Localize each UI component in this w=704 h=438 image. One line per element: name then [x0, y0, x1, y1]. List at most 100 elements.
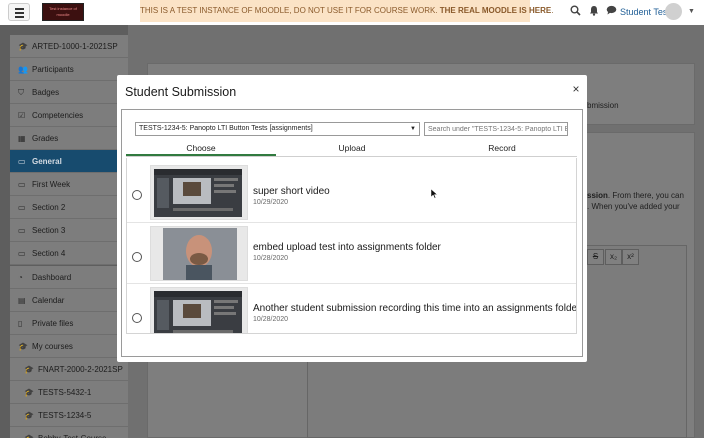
real-moodle-link[interactable]: THE REAL MOODLE IS HERE [440, 6, 551, 15]
list-item[interactable]: super short video 10/29/2020 [127, 163, 576, 223]
sidebar-item-label: Participants [32, 65, 74, 74]
subscript-button[interactable]: x₂ [605, 249, 622, 265]
sidebar-item-label: Section 4 [32, 249, 66, 258]
sidebar-item-badges[interactable]: ⛉ Badges [10, 81, 128, 104]
sidebar-item-fnart[interactable]: 🎓 FNART-2000-2-2021SP [10, 358, 128, 381]
folder-icon: ▭ [18, 249, 26, 258]
sidebar-item-dashboard[interactable]: ◔ Dashboard [10, 266, 128, 289]
calendar-icon: ▤ [18, 296, 26, 305]
tab-upload[interactable]: Upload [277, 141, 427, 156]
sidebar-item-section-2[interactable]: ▭ Section 2 [10, 196, 128, 219]
session-thumbnail [150, 287, 248, 333]
site-logo[interactable]: Test instance of moodle [42, 3, 84, 21]
hamburger-icon-line [15, 16, 24, 18]
top-navbar: Test instance of moodle THIS IS A TEST I… [0, 0, 704, 25]
sidebar-item-private-files[interactable]: ▯ Private files [10, 312, 128, 335]
sidebar-item-tests-1234[interactable]: 🎓 TESTS-1234-5 [10, 404, 128, 427]
folder-select[interactable]: TESTS-1234-5: Panopto LTI Button Tests [… [135, 122, 420, 136]
sidebar-item-label: FNART-2000-2-2021SP [38, 365, 123, 374]
list-item[interactable]: embed upload test into assignments folde… [127, 224, 576, 284]
course-nav-block: 🎓 ARTED-1000-1-2021SP 👥 Participants ⛉ B… [10, 35, 128, 265]
session-date: 10/28/2020 [253, 316, 289, 323]
search-icon[interactable] [568, 5, 582, 19]
sidebar-item-first-week[interactable]: ▭ First Week [10, 173, 128, 196]
folder-icon: ▭ [18, 157, 26, 166]
superscript-button[interactable]: x² [622, 249, 639, 265]
dashboard-icon: ◔ [18, 273, 23, 282]
user-name[interactable]: Student Test [620, 5, 670, 19]
site-nav-block: ◔ Dashboard ▤ Calendar ▯ Private files 🎓… [10, 266, 128, 438]
sidebar-item-my-courses[interactable]: 🎓 My courses [10, 335, 128, 358]
notice-text: THIS IS A TEST INSTANCE OF MOODLE, DO NO… [140, 6, 438, 15]
notice-period: . [551, 6, 554, 15]
sidebar-item-label: Competencies [32, 111, 84, 120]
background-text: ssion. From there, you can [587, 190, 684, 201]
sidebar-item-grades[interactable]: ▦ Grades [10, 127, 128, 150]
sidebar-item-section-3[interactable]: ▭ Section 3 [10, 219, 128, 242]
session-date: 10/28/2020 [253, 255, 289, 262]
session-date: 10/29/2020 [253, 199, 289, 206]
sidebar-item-label: Bobby-Test-Course [38, 427, 106, 438]
sidebar-item-tests-5432[interactable]: 🎓 TESTS-5432-1 [10, 381, 128, 404]
session-radio[interactable] [132, 252, 142, 262]
search-input[interactable] [424, 122, 568, 136]
graduation-cap-icon: 🎓 [24, 411, 34, 420]
test-instance-notice: THIS IS A TEST INSTANCE OF MOODLE, DO NO… [140, 0, 553, 22]
background-text: . When you've added your [587, 202, 680, 211]
background-text-bold: ssion [587, 191, 608, 200]
chevron-down-icon: ▼ [410, 126, 416, 132]
session-radio[interactable] [132, 190, 142, 200]
table-icon: ▦ [18, 134, 26, 143]
sidebar-item-label: First Week [32, 180, 71, 189]
screen-recording-thumbnail [151, 166, 247, 219]
graduation-cap-icon: 🎓 [24, 427, 34, 438]
panopto-picker: TESTS-1234-5: Panopto LTI Button Tests [… [121, 109, 583, 357]
chevron-down-icon[interactable]: ▼ [688, 5, 695, 19]
folder-icon: ▭ [18, 203, 26, 212]
avatar[interactable] [665, 3, 682, 20]
close-icon[interactable]: × [569, 82, 583, 96]
session-thumbnail [150, 165, 248, 220]
chat-icon[interactable] [604, 5, 618, 19]
mouse-cursor-icon [431, 189, 438, 199]
folder-select-value: TESTS-1234-5: Panopto LTI Button Tests [… [139, 125, 313, 132]
sidebar-item-bobby-test-course[interactable]: 🎓 Bobby-Test-Course [10, 427, 128, 438]
tab-record[interactable]: Record [427, 141, 577, 156]
graduation-cap-icon: 🎓 [18, 342, 28, 351]
sidebar-item-label: Dashboard [32, 273, 72, 282]
hamburger-icon [15, 8, 24, 10]
sidebar-item-label: Section 2 [32, 203, 66, 212]
sidebar-item-calendar[interactable]: ▤ Calendar [10, 289, 128, 312]
session-title: Another student submission recording thi… [253, 303, 577, 314]
sidebar-item-course[interactable]: 🎓 ARTED-1000-1-2021SP [10, 35, 128, 58]
strikethrough-label: S [592, 252, 599, 261]
sidebar-item-label: Section 3 [32, 226, 66, 235]
sidebar-item-section-4[interactable]: ▭ Section 4 [10, 242, 128, 265]
sidebar-item-participants[interactable]: 👥 Participants [10, 58, 128, 81]
screen-recording-thumbnail [151, 288, 247, 333]
session-title: super short video [253, 186, 330, 197]
background-text: bmission [587, 101, 619, 110]
strikethrough-button[interactable]: S [587, 249, 604, 265]
sidebar-item-label: General [32, 157, 62, 166]
sidebar-item-label: Calendar [32, 296, 65, 305]
sidebar-item-label: My courses [32, 342, 73, 351]
list-item[interactable]: Another student submission recording thi… [127, 285, 577, 333]
check-square-icon: ☑ [18, 111, 26, 120]
session-radio[interactable] [132, 313, 142, 323]
graduation-cap-icon: 🎓 [24, 388, 34, 397]
graduation-cap-icon: 🎓 [24, 365, 34, 374]
sidebar-item-general[interactable]: ▭ General [10, 150, 128, 173]
sidebar-item-label: TESTS-5432-1 [38, 388, 92, 397]
student-submission-dialog: Student Submission × TESTS-1234-5: Panop… [117, 75, 587, 362]
menu-toggle-button[interactable] [8, 3, 30, 21]
sidebar-item-competencies[interactable]: ☑ Competencies [10, 104, 128, 127]
bell-icon[interactable] [587, 5, 601, 19]
background-text-rest: . From there, you can [607, 191, 684, 200]
sidebar-nav: 🎓 ARTED-1000-1-2021SP 👥 Participants ⛉ B… [0, 25, 128, 438]
session-thumbnail [150, 226, 248, 281]
users-icon: 👥 [18, 65, 28, 74]
dialog-title: Student Submission [125, 85, 237, 99]
tab-choose[interactable]: Choose [126, 141, 276, 156]
session-list: super short video 10/29/2020 embed uploa… [126, 158, 577, 334]
